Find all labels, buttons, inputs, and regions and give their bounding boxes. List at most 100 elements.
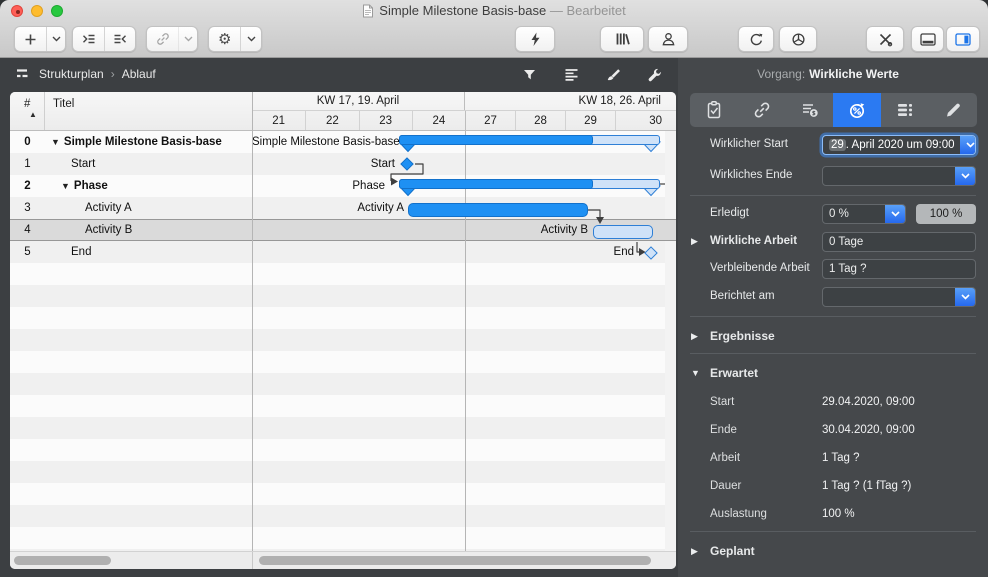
outline-header: # ▲ Titel: [10, 92, 252, 131]
section-geplant[interactable]: ▶ Geplant: [690, 543, 976, 559]
breadcrumb-bar: Strukturplan › Ablauf: [0, 58, 676, 92]
tab-actual-values[interactable]: [833, 93, 881, 127]
day-cell[interactable]: 30: [615, 111, 665, 130]
bar-label: Start: [252, 153, 395, 175]
date-value[interactable]: . April 2020 um 09:00: [846, 139, 955, 151]
disclosure-triangle[interactable]: ▶: [691, 331, 698, 342]
day-cell[interactable]: 22: [305, 111, 358, 130]
panel-bottom-icon[interactable]: [911, 26, 944, 52]
table-row[interactable]: 1 Start: [10, 153, 252, 175]
tab-segments[interactable]: [881, 93, 929, 127]
publish-globe-icon[interactable]: [779, 26, 817, 52]
gantt-milestone-end[interactable]: [642, 244, 660, 262]
outline-hscroll-thumb[interactable]: [14, 556, 111, 565]
section-ergebnisse[interactable]: ▶ Ergebnisse: [690, 328, 976, 344]
dropdown-chevron-icon[interactable]: [955, 167, 975, 185]
expected-work-row: Arbeit1 Tag ?: [690, 449, 976, 469]
outline-gantt-divider[interactable]: [252, 92, 253, 569]
resources-person-icon[interactable]: [648, 26, 688, 52]
library-icon[interactable]: [600, 26, 644, 52]
chevron-down-icon[interactable]: [240, 27, 261, 51]
day-cell[interactable]: 21: [252, 111, 305, 130]
breadcrumb-item-ablauf[interactable]: Ablauf: [122, 67, 156, 81]
filter-icon[interactable]: [518, 65, 540, 85]
gantt-summary-bar-project[interactable]: [399, 135, 661, 153]
tab-edit-pencil[interactable]: [929, 93, 977, 127]
day-cell[interactable]: 23: [359, 111, 412, 130]
bar-label: End: [252, 241, 634, 263]
add-button-group[interactable]: [14, 26, 66, 52]
text-style-icon[interactable]: [560, 65, 582, 85]
day-cell[interactable]: 24: [412, 111, 465, 130]
gantt-summary-bar-phase[interactable]: [399, 179, 661, 197]
gear-icon[interactable]: ⚙: [209, 27, 240, 51]
gantt-bar-activity-b[interactable]: [593, 225, 653, 239]
row-number: 1: [10, 158, 45, 170]
remaining-work-input[interactable]: 1 Tag ?: [822, 259, 976, 279]
gantt-hscroll-thumb[interactable]: [259, 556, 651, 565]
indent-group[interactable]: [72, 26, 136, 52]
wbs-view-icon[interactable]: [16, 68, 32, 80]
disclosure-triangle[interactable]: ▶: [691, 236, 698, 247]
breadcrumb-item-strukturplan[interactable]: Strukturplan: [39, 67, 104, 81]
sync-icon[interactable]: [738, 26, 774, 52]
dropdown-chevron-icon[interactable]: [885, 205, 905, 223]
table-row[interactable]: 5 End: [10, 241, 252, 263]
link-icon[interactable]: [147, 27, 178, 51]
field-row-completed: Erledigt 0 % 100 %: [690, 204, 976, 224]
week-header-kw17[interactable]: KW 17, 19. April: [252, 92, 465, 110]
panel-right-icon[interactable]: [946, 26, 980, 52]
table-row-selected[interactable]: 4 Activity B: [10, 219, 252, 241]
field-label: Berichtet am: [710, 290, 775, 302]
chevron-down-icon[interactable]: [178, 27, 197, 51]
disclosure-triangle[interactable]: ▼: [691, 368, 700, 378]
window-title-text: Simple Milestone Basis-base: [379, 3, 546, 18]
dropdown-chevron-icon[interactable]: [960, 136, 976, 154]
actual-work-input[interactable]: 0 Tage: [822, 232, 976, 252]
chevron-down-icon[interactable]: [46, 27, 65, 51]
outline-body: 0 ▼ Simple Milestone Basis-base 1 Start …: [10, 131, 252, 551]
field-row-actual-work: ▶ Wirkliche Arbeit 0 Tage: [690, 232, 976, 252]
action-menu-group[interactable]: ⚙: [208, 26, 262, 52]
section-erwartet[interactable]: ▼ Erwartet: [690, 365, 976, 381]
document-icon: [362, 4, 374, 18]
disclosure-triangle[interactable]: ▶: [691, 546, 698, 557]
gantt-milestone-start[interactable]: [398, 155, 416, 173]
dropdown-chevron-icon[interactable]: [955, 288, 975, 306]
day-cell[interactable]: 28: [515, 111, 565, 130]
plus-icon[interactable]: [15, 27, 46, 51]
column-header-title[interactable]: Titel: [45, 92, 252, 130]
disclosure-triangle[interactable]: ▼: [51, 137, 60, 147]
divider: [690, 316, 976, 317]
selected-date-segment[interactable]: 29: [829, 139, 846, 151]
tab-links[interactable]: [738, 93, 786, 127]
tab-checklist[interactable]: [690, 93, 738, 127]
table-row[interactable]: 3 Activity A: [10, 197, 252, 219]
settings-wrench-icon[interactable]: [644, 65, 666, 85]
table-row[interactable]: 0 ▼ Simple Milestone Basis-base: [10, 131, 252, 153]
inspector-context-label: Vorgang:: [757, 67, 805, 81]
actual-end-input[interactable]: [822, 166, 976, 186]
bar-label: Activity A: [252, 197, 404, 219]
link-button-group[interactable]: [146, 26, 198, 52]
actual-start-input[interactable]: 29. April 2020 um 09:00: [822, 135, 976, 155]
day-header-row: 21 22 23 24 27 28 29 30: [252, 111, 676, 130]
outdent-icon[interactable]: [104, 27, 135, 51]
table-row[interactable]: 2 ▼ Phase: [10, 175, 252, 197]
field-row-reported-on: Berichtet am: [690, 287, 976, 307]
indent-icon[interactable]: [73, 27, 104, 51]
week-header-kw18[interactable]: KW 18, 26. April: [465, 92, 665, 110]
utilities-tools-icon[interactable]: [866, 26, 904, 52]
set-100-percent-button[interactable]: 100 %: [916, 204, 976, 224]
format-brush-icon[interactable]: [602, 65, 624, 85]
completed-input[interactable]: 0 %: [822, 204, 906, 224]
expected-duration-row: Dauer1 Tag ? (1 fTag ?): [690, 477, 976, 497]
gantt-bar-activity-a[interactable]: [408, 203, 588, 217]
day-cell[interactable]: 27: [465, 111, 515, 130]
insert-function-button[interactable]: [515, 26, 555, 52]
day-cell[interactable]: 29: [565, 111, 615, 130]
disclosure-triangle[interactable]: ▼: [61, 181, 70, 191]
reported-on-input[interactable]: [822, 287, 976, 307]
column-header-number[interactable]: # ▲: [10, 92, 45, 130]
tab-finance[interactable]: [786, 93, 834, 127]
